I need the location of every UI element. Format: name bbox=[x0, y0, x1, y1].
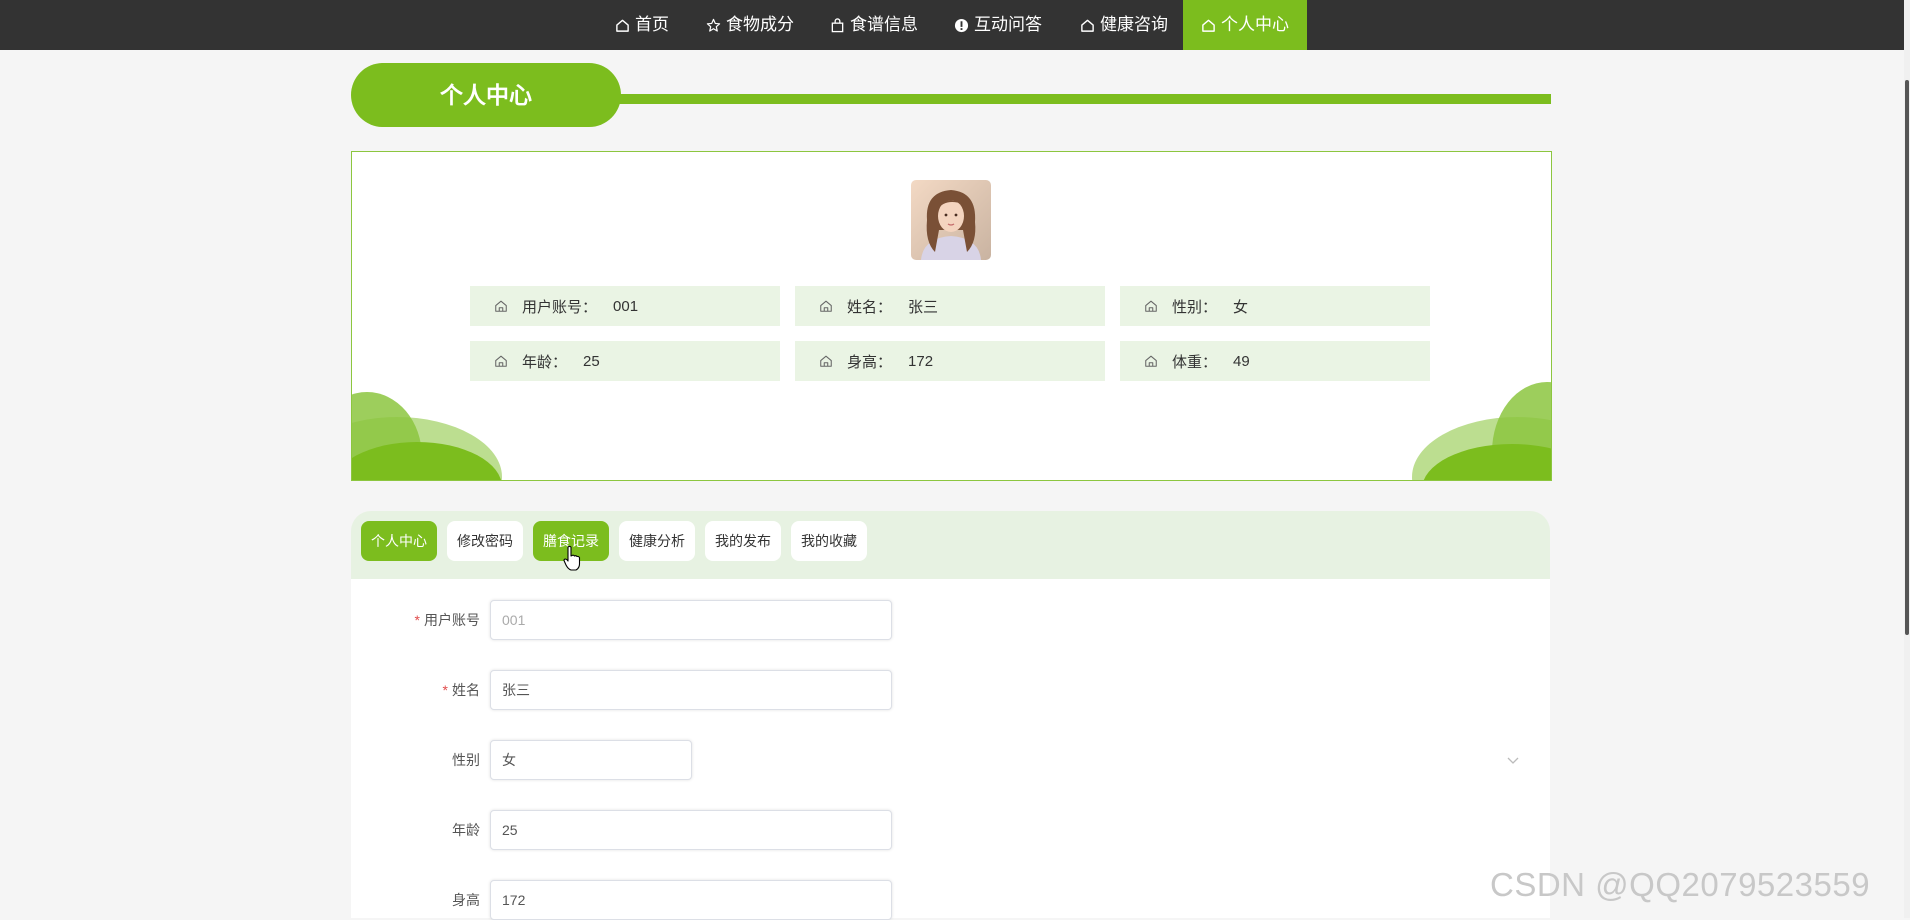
nav-item-label: 健康咨询 bbox=[1100, 15, 1168, 34]
home-icon bbox=[495, 300, 507, 312]
info-weight: 体重： 49 bbox=[1120, 341, 1430, 381]
info-value: 49 bbox=[1233, 352, 1250, 370]
page-title: 个人中心 bbox=[351, 63, 621, 127]
info-value: 25 bbox=[583, 352, 600, 370]
nav-item-label: 首页 bbox=[635, 15, 669, 34]
nav-item-personal-center[interactable]: 个人中心 bbox=[1183, 0, 1307, 50]
watermark: CSDN @QQ2079523559 bbox=[1490, 866, 1871, 903]
info-label: 性别： bbox=[1172, 298, 1218, 316]
nav-item-health-consult[interactable]: 健康咨询 bbox=[1074, 0, 1174, 50]
info-label: 体重： bbox=[1172, 353, 1218, 371]
info-label: 身高： bbox=[847, 353, 893, 371]
nav-item-food-composition[interactable]: 食物成分 bbox=[700, 0, 800, 50]
info-value: 张三 bbox=[908, 298, 939, 316]
tab-my-favorites[interactable]: 我的收藏 bbox=[791, 521, 867, 561]
nav-item-label: 食物成分 bbox=[726, 15, 794, 34]
home-icon bbox=[820, 355, 832, 367]
bag-icon bbox=[831, 17, 844, 32]
page-scrollbar[interactable] bbox=[1904, 0, 1910, 918]
info-label: 姓名： bbox=[847, 298, 893, 316]
account-input[interactable] bbox=[490, 600, 892, 640]
avatar bbox=[911, 180, 991, 260]
label-account: * 用户账号 bbox=[380, 600, 480, 640]
top-nav: 首页 食物成分 食谱信息 互动问答 健康咨询 个人中心 bbox=[0, 0, 1905, 50]
nav-item-label: 个人中心 bbox=[1221, 15, 1289, 34]
tab-health-analysis[interactable]: 健康分析 bbox=[619, 521, 695, 561]
label-text: 姓名 bbox=[452, 682, 480, 698]
info-height: 身高： 172 bbox=[795, 341, 1105, 381]
info-label: 用户账号： bbox=[522, 298, 598, 316]
scrollbar-thumb[interactable] bbox=[1905, 80, 1909, 635]
tab-change-password[interactable]: 修改密码 bbox=[447, 521, 523, 561]
info-label: 年龄： bbox=[522, 353, 568, 371]
required-mark: * bbox=[442, 682, 448, 698]
hand-pointer-icon bbox=[563, 545, 581, 571]
title-underline bbox=[600, 94, 1551, 104]
info-value: 女 bbox=[1233, 298, 1249, 316]
info-value: 001 bbox=[613, 297, 639, 315]
info-name: 姓名： 张三 bbox=[795, 286, 1105, 326]
nav-item-label: 互动问答 bbox=[974, 15, 1042, 34]
home-icon bbox=[1081, 19, 1094, 32]
info-value: 172 bbox=[908, 352, 934, 370]
home-icon bbox=[495, 355, 507, 367]
alert-circle-icon bbox=[954, 18, 969, 32]
star-icon bbox=[706, 18, 721, 32]
chevron-down-icon[interactable] bbox=[1506, 753, 1520, 767]
label-text: 用户账号 bbox=[424, 612, 480, 628]
info-age: 年龄： 25 bbox=[470, 341, 780, 381]
home-icon bbox=[1202, 19, 1215, 32]
nav-item-qa[interactable]: 互动问答 bbox=[948, 0, 1048, 50]
tab-my-posts[interactable]: 我的发布 bbox=[705, 521, 781, 561]
gender-select[interactable]: 女 bbox=[490, 740, 692, 780]
home-icon bbox=[820, 300, 832, 312]
tab-bar: 个人中心 修改密码 膳食记录 健康分析 我的发布 我的收藏 bbox=[351, 511, 1550, 579]
nav-item-home[interactable]: 首页 bbox=[604, 0, 680, 50]
label-age: 年龄 bbox=[452, 822, 480, 838]
tab-personal-center[interactable]: 个人中心 bbox=[361, 521, 437, 561]
nav-item-label: 食谱信息 bbox=[850, 15, 918, 34]
info-gender: 性别： 女 bbox=[1120, 286, 1430, 326]
name-input[interactable]: 张三 bbox=[490, 670, 892, 710]
age-input[interactable]: 25 bbox=[490, 810, 892, 850]
required-mark: * bbox=[414, 612, 420, 628]
home-icon bbox=[616, 19, 629, 32]
nav-item-recipes[interactable]: 食谱信息 bbox=[824, 0, 924, 50]
profile-card: 用户账号： 001 姓名： 张三 性别： 女 年龄： 25 身高： 172 体重… bbox=[351, 151, 1552, 481]
label-gender: 性别 bbox=[452, 752, 480, 768]
home-icon bbox=[1145, 300, 1157, 312]
info-account: 用户账号： 001 bbox=[470, 286, 780, 326]
label-height: 身高 bbox=[452, 892, 480, 908]
height-input[interactable]: 172 bbox=[490, 880, 892, 920]
home-icon bbox=[1145, 355, 1157, 367]
label-name: * 姓名 bbox=[380, 670, 480, 710]
